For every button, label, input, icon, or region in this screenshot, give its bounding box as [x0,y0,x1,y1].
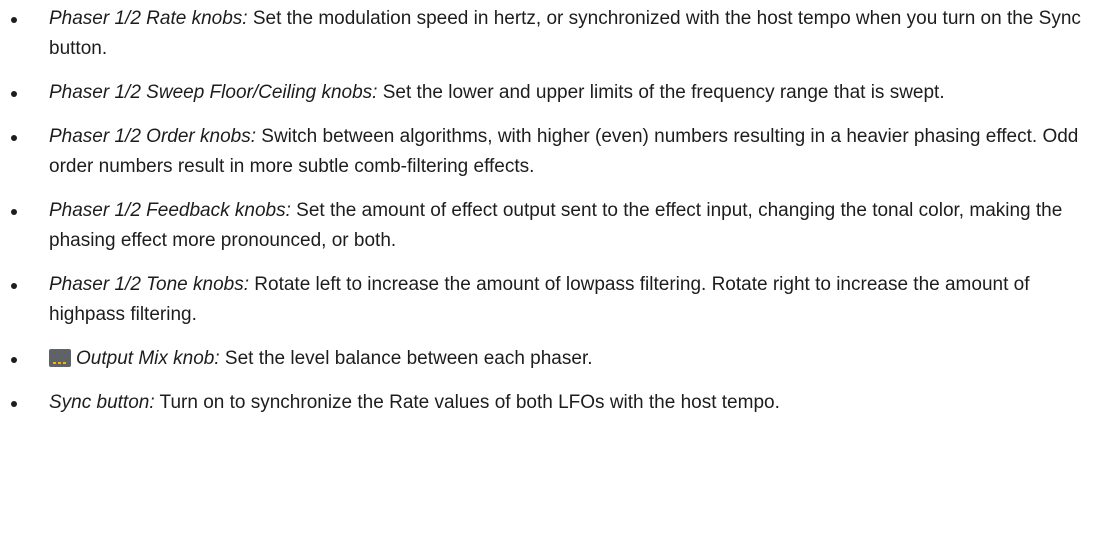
parameter-list: Phaser 1/2 Rate knobs: Set the modulatio… [0,4,1096,418]
list-item-tone-knobs: Phaser 1/2 Tone knobs: Rotate left to in… [0,270,1089,330]
knob-icon [49,349,71,367]
term-label: Phaser 1/2 Order knobs: [49,126,256,147]
list-item-rate-knobs: Phaser 1/2 Rate knobs: Set the modulatio… [0,4,1089,64]
term-label: Output Mix knob: [76,348,220,369]
term-label: Sync button: [49,392,155,413]
term-label: Phaser 1/2 Rate knobs: [49,8,248,29]
list-item-sync-button: Sync button: Turn on to synchronize the … [0,388,1089,418]
description-text: Set the lower and upper limits of the fr… [377,82,945,103]
list-item-output-mix-knob: Output Mix knob: Set the level balance b… [0,344,1089,374]
description-text: Set the level balance between each phase… [219,348,593,369]
document-page: Phaser 1/2 Rate knobs: Set the modulatio… [0,4,1096,533]
list-item-sweep-knobs: Phaser 1/2 Sweep Floor/Ceiling knobs: Se… [0,78,1089,108]
list-item-order-knobs: Phaser 1/2 Order knobs: Switch between a… [0,122,1089,182]
description-text: Turn on to synchronize the Rate values o… [154,392,780,413]
list-item-feedback-knobs: Phaser 1/2 Feedback knobs: Set the amoun… [0,196,1089,256]
term-label: Phaser 1/2 Sweep Floor/Ceiling knobs: [49,82,378,103]
term-label: Phaser 1/2 Feedback knobs: [49,200,291,221]
term-label: Phaser 1/2 Tone knobs: [49,274,249,295]
